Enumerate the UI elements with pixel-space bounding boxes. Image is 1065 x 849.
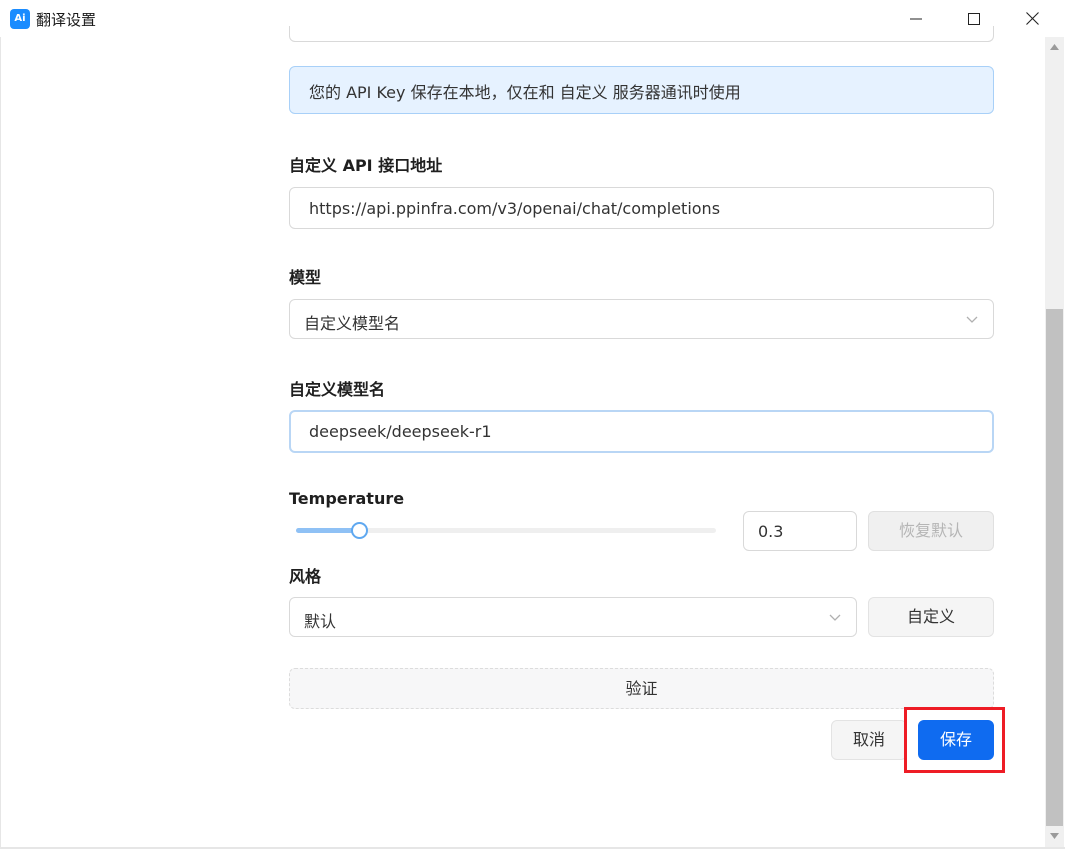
window-border-left: [0, 37, 1, 849]
style-label: 风格: [289, 567, 322, 586]
cancel-button[interactable]: 取消: [831, 720, 907, 760]
temperature-label: Temperature: [289, 489, 405, 508]
api-endpoint-label: 自定义 API 接口地址: [289, 156, 443, 175]
style-select[interactable]: 默认: [289, 597, 857, 637]
style-select-value: 默认: [304, 612, 337, 631]
maximize-icon: [968, 12, 980, 25]
window-title: 翻译设置: [36, 11, 97, 29]
reset-default-button[interactable]: 恢复默认: [868, 511, 994, 551]
close-icon: [1025, 12, 1039, 25]
scrollbar-thumb[interactable]: [1046, 309, 1063, 826]
model-select[interactable]: 自定义模型名: [289, 299, 994, 339]
custom-model-input[interactable]: deepseek/deepseek-r1: [289, 410, 994, 453]
verify-button[interactable]: 验证: [289, 668, 994, 709]
chevron-down-icon: [829, 614, 841, 621]
scroll-up-arrow-icon[interactable]: [1048, 41, 1061, 54]
api-key-notice: 您的 API Key 保存在本地，仅在和 自定义 服务器通讯时使用: [289, 66, 994, 114]
close-button[interactable]: [1009, 0, 1055, 37]
chevron-down-icon: [966, 316, 978, 323]
model-label: 模型: [289, 268, 322, 287]
temperature-input[interactable]: 0.3: [743, 511, 857, 551]
minimize-icon: [910, 18, 922, 19]
scroll-down-arrow-icon[interactable]: [1048, 829, 1061, 842]
api-key-input[interactable]: [289, 26, 994, 42]
temperature-slider-fill: [296, 528, 359, 533]
save-button-highlight: [904, 707, 1005, 773]
app-logo-icon: Ai: [10, 9, 30, 29]
api-endpoint-input[interactable]: https://api.ppinfra.com/v3/openai/chat/c…: [289, 187, 994, 229]
model-select-value: 自定义模型名: [304, 314, 401, 333]
custom-model-label: 自定义模型名: [289, 380, 386, 399]
temperature-slider-handle[interactable]: [350, 522, 368, 539]
custom-style-button[interactable]: 自定义: [868, 597, 994, 637]
